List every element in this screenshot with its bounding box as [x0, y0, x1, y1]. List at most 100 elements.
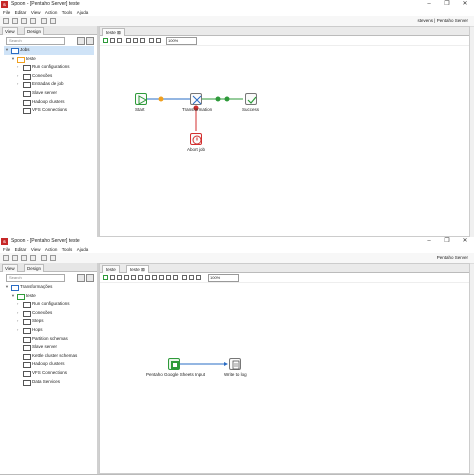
new-file-icon[interactable]	[3, 255, 9, 261]
expand-all-icon[interactable]	[86, 274, 94, 282]
search-input[interactable]: Search	[6, 37, 65, 45]
menu-tools[interactable]: Tools	[62, 9, 73, 16]
tree-item-jobs[interactable]: ▼ Jobs	[4, 46, 94, 55]
menu-file[interactable]: File	[3, 246, 10, 253]
tree-item[interactable]: › Conexões	[4, 72, 94, 81]
transformation-step[interactable]	[190, 93, 202, 105]
explore-db-icon[interactable]	[166, 275, 171, 280]
replay-icon[interactable]	[138, 275, 143, 280]
maximize-button[interactable]: ❐	[438, 0, 456, 9]
save-as-icon[interactable]	[41, 255, 47, 261]
abort-step[interactable]	[190, 133, 202, 145]
run-icon[interactable]	[103, 38, 108, 43]
tree-item[interactable]: › Steps	[4, 317, 94, 326]
expand-icon[interactable]: ›	[17, 72, 18, 80]
explore-db-icon[interactable]	[149, 38, 154, 43]
grid-icon[interactable]	[189, 275, 194, 280]
verify-icon[interactable]	[145, 275, 150, 280]
transformation-canvas[interactable]: Pentaho Google Sheets Input Write to log	[100, 282, 469, 473]
tab-teste[interactable]: teste ⊠	[102, 28, 125, 36]
debug-icon[interactable]	[131, 275, 136, 280]
minimize-button[interactable]: –	[420, 237, 438, 246]
open-file-icon[interactable]	[12, 255, 18, 261]
preview-icon[interactable]	[124, 275, 129, 280]
expand-icon[interactable]: ›	[17, 326, 18, 334]
align-icon[interactable]	[156, 38, 161, 43]
expand-icon[interactable]: ›	[17, 80, 18, 88]
menu-action[interactable]: Action	[45, 246, 58, 253]
job-canvas[interactable]: Start Transformation Success Abort job	[100, 45, 469, 236]
layers-icon[interactable]	[196, 275, 201, 280]
tab-view[interactable]: View	[2, 264, 18, 272]
tab-teste-job[interactable]: teste	[102, 265, 120, 273]
explore-icon[interactable]	[21, 255, 27, 261]
tree-item[interactable]: Slave server	[4, 343, 94, 352]
explore-icon[interactable]	[21, 18, 27, 24]
expand-all-icon[interactable]	[86, 37, 94, 45]
save-as-icon[interactable]	[41, 18, 47, 24]
tab-design[interactable]: Design	[24, 27, 45, 35]
tab-view[interactable]: View	[2, 27, 18, 35]
menu-file[interactable]: File	[3, 9, 10, 16]
show-results-icon[interactable]	[173, 275, 178, 280]
tree-item[interactable]: Kettle cluster schemas	[4, 352, 94, 361]
save-icon[interactable]	[30, 18, 36, 24]
impact-icon[interactable]	[152, 275, 157, 280]
close-button[interactable]: ✕	[456, 0, 474, 9]
layers-icon[interactable]	[50, 18, 56, 24]
collapse-all-icon[interactable]	[77, 274, 85, 282]
close-tab-icon[interactable]: ⊠	[117, 30, 121, 35]
menu-ajuda[interactable]: Ajuda	[77, 9, 89, 16]
expand-icon[interactable]: ›	[17, 317, 18, 325]
save-icon[interactable]	[30, 255, 36, 261]
tree-item[interactable]: VFS Connections	[4, 369, 94, 378]
tree-item[interactable]: Partition schemas	[4, 335, 94, 344]
tree-item[interactable]: › Hops	[4, 326, 94, 335]
collapse-icon[interactable]: ▼	[11, 292, 15, 300]
zoom-select[interactable]: 100%	[166, 37, 197, 45]
close-tab-icon[interactable]: ⊠	[141, 267, 145, 272]
menu-tools[interactable]: Tools	[62, 246, 73, 253]
tree-item[interactable]: Slave server	[4, 89, 94, 98]
tree-item-teste[interactable]: ▼ teste	[4, 55, 94, 64]
search-input[interactable]: Search	[6, 274, 65, 282]
preview-icon[interactable]	[126, 38, 131, 43]
stop-icon[interactable]	[117, 275, 122, 280]
zoom-select[interactable]: 100%	[208, 274, 239, 282]
sql-icon[interactable]	[159, 275, 164, 280]
google-sheets-input-step[interactable]	[168, 358, 180, 370]
menu-editar[interactable]: Editar	[15, 9, 27, 16]
tree-item[interactable]: › Entradas de job	[4, 80, 94, 89]
tree-item[interactable]: Hadoop clusters	[4, 98, 94, 107]
tree-item[interactable]: › Conexões	[4, 309, 94, 318]
pause-icon[interactable]	[110, 275, 115, 280]
menu-view[interactable]: View	[31, 246, 41, 253]
tree-item[interactable]: Hadoop clusters	[4, 360, 94, 369]
menu-ajuda[interactable]: Ajuda	[77, 246, 89, 253]
collapse-icon[interactable]: ▼	[5, 283, 9, 291]
tab-teste-transformation[interactable]: teste ⊠	[126, 265, 149, 273]
sql-icon[interactable]	[140, 38, 145, 43]
pause-icon[interactable]	[110, 38, 115, 43]
tree-item-teste[interactable]: ▼ teste	[4, 292, 94, 301]
tree-item[interactable]: › Run configurations	[4, 63, 94, 72]
expand-icon[interactable]: ›	[17, 309, 18, 317]
tree-item[interactable]: VFS Connections	[4, 106, 94, 115]
run-icon[interactable]	[103, 275, 108, 280]
menu-view[interactable]: View	[31, 9, 41, 16]
tree-item[interactable]: Data Services	[4, 378, 94, 387]
menu-action[interactable]: Action	[45, 9, 58, 16]
collapse-icon[interactable]: ▼	[11, 55, 15, 63]
debug-icon[interactable]	[133, 38, 138, 43]
tree-item[interactable]: › Run configurations	[4, 300, 94, 309]
new-file-icon[interactable]	[3, 18, 9, 24]
collapse-all-icon[interactable]	[77, 37, 85, 45]
expand-icon[interactable]: ›	[17, 63, 18, 71]
align-icon[interactable]	[182, 275, 187, 280]
tab-design[interactable]: Design	[24, 264, 45, 272]
write-to-log-step[interactable]	[229, 358, 241, 370]
layers-icon[interactable]	[50, 255, 56, 261]
start-step[interactable]	[135, 93, 147, 105]
stop-icon[interactable]	[117, 38, 122, 43]
open-file-icon[interactable]	[12, 18, 18, 24]
